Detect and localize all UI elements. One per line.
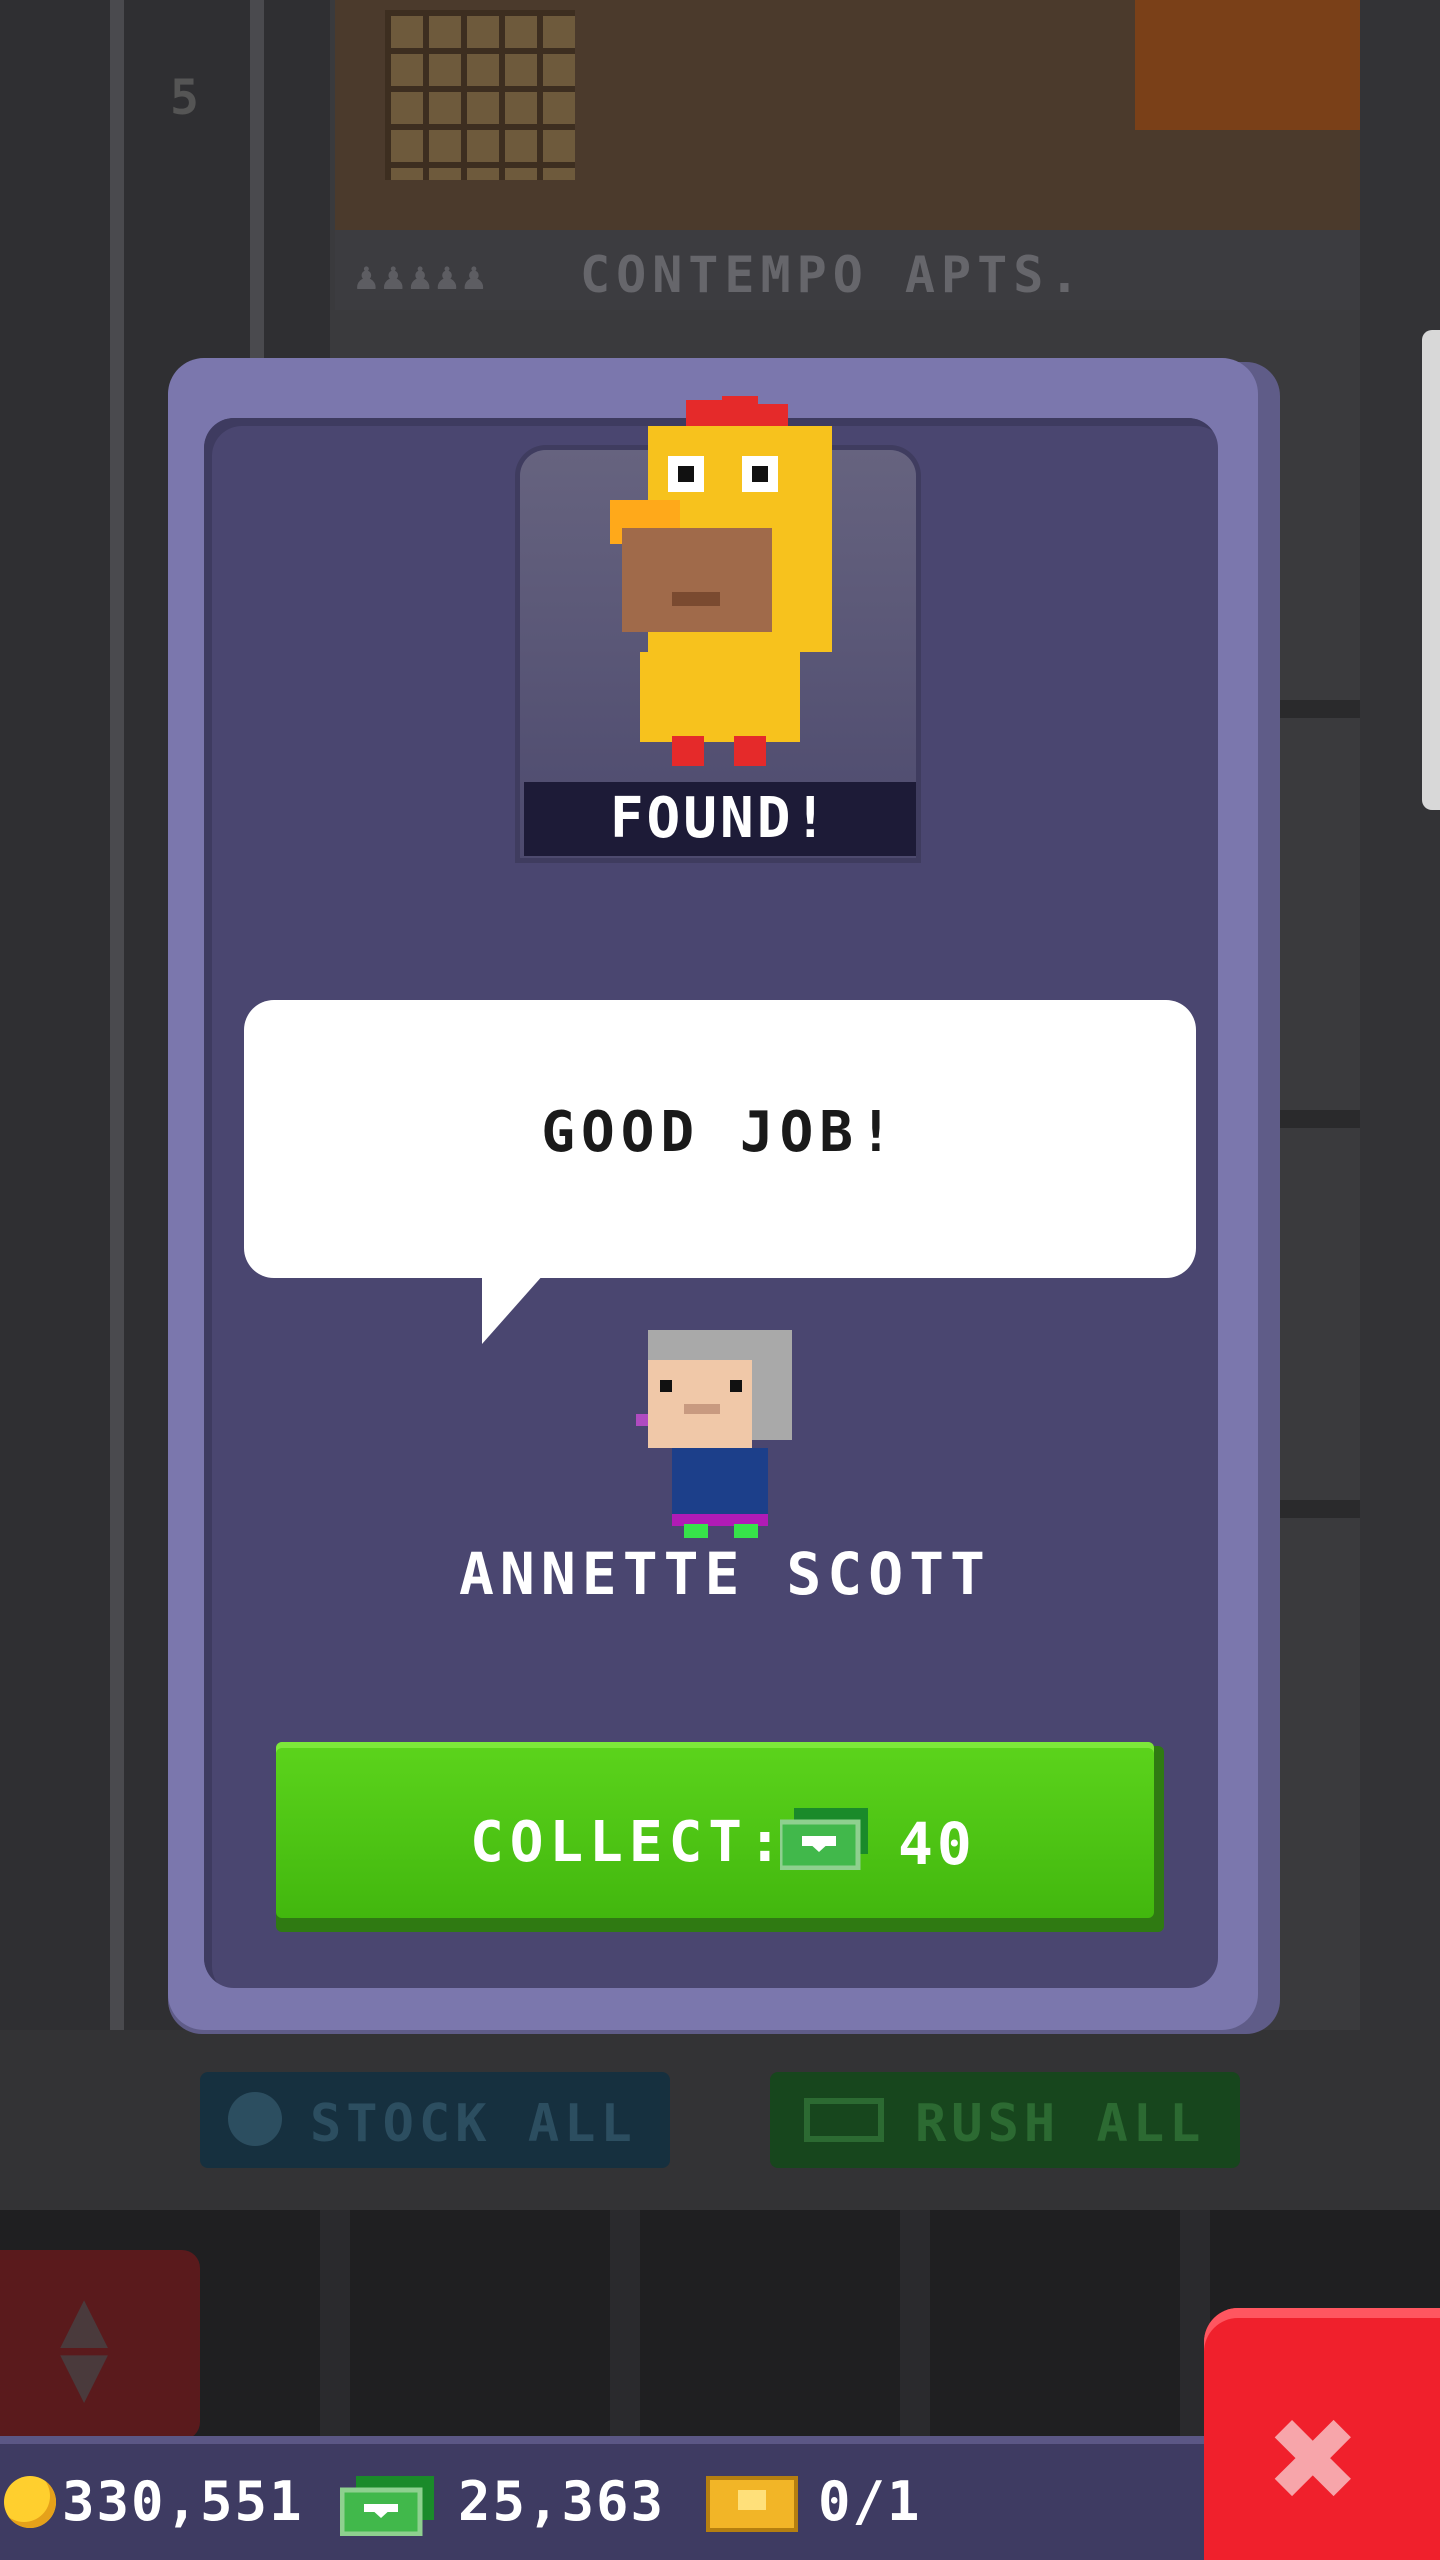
elevator-updown-button[interactable]: ▲ ▼ [0, 2250, 200, 2440]
close-icon: ✖ [1270, 2372, 1361, 2546]
floor-number: 5 [170, 70, 199, 126]
collect-label: COLLECT: [470, 1810, 788, 1875]
tower-bux-icon [340, 2476, 434, 2536]
rush-all-button[interactable]: RUSH ALL [770, 2072, 1240, 2168]
speech-bubble-tail [482, 1274, 544, 1344]
elevator-updown-icon: ▲ ▼ [60, 2271, 109, 2419]
tower-bux-icon [780, 1808, 868, 1870]
golden-ticket-icon [706, 2476, 798, 2532]
coin-icon [4, 2476, 56, 2528]
floor-room [335, 0, 1385, 230]
floor-name: CONTEMPO APTS. [580, 246, 1086, 304]
clock-icon [228, 2092, 282, 2146]
ticket-count[interactable]: 0/1 [818, 2470, 922, 2533]
stock-all-button[interactable]: STOCK ALL [200, 2072, 670, 2168]
bux-icon [804, 2098, 884, 2142]
floor-label[interactable]: ♟♟♟♟♟ CONTEMPO APTS. [335, 230, 1360, 310]
bux-count[interactable]: 25,363 [458, 2470, 665, 2533]
side-scroll-handle[interactable] [1422, 330, 1440, 810]
collect-amount: 40 [898, 1810, 976, 1878]
coins-count[interactable]: 330,551 [62, 2470, 304, 2533]
speech-text: GOOD JOB! [541, 1100, 899, 1165]
close-button[interactable]: ✖ [1204, 2308, 1440, 2560]
found-banner: FOUND! [524, 782, 916, 856]
residents-icons: ♟♟♟♟♟ [355, 254, 490, 298]
npc-name: ANNETTE SCOTT [459, 1540, 991, 1608]
tower-edge [1360, 0, 1440, 2030]
stock-all-label: STOCK ALL [310, 2094, 637, 2154]
rush-all-label: RUSH ALL [915, 2094, 1206, 2154]
